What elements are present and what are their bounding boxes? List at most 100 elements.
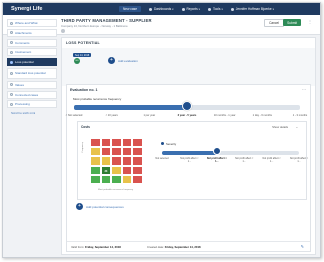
more-options-icon[interactable]: ⋯ bbox=[302, 87, 306, 92]
matrix-cell[interactable] bbox=[90, 156, 101, 166]
matrix-cell[interactable] bbox=[111, 165, 122, 175]
created-date: Created date: Friday, September 14, 2018 bbox=[147, 245, 201, 249]
severity-slider-handle[interactable] bbox=[212, 147, 221, 155]
matrix-cell[interactable] bbox=[132, 174, 143, 184]
matrix-cell[interactable] bbox=[90, 138, 101, 148]
sidebar-item-attachments[interactable]: Attachments bbox=[7, 28, 57, 37]
app-window: Synergi Life New case Dashboards ▾ Repor… bbox=[2, 2, 321, 258]
frequency-tick[interactable]: 1 per year bbox=[143, 114, 155, 117]
frequency-tick[interactable]: 1 day - 6 months bbox=[253, 114, 272, 117]
frequency-label: Most probable recurrence frequency bbox=[73, 97, 122, 101]
cost-title: Costs bbox=[81, 125, 90, 129]
matrix-cell[interactable] bbox=[100, 156, 112, 166]
risk-matrix: 33 bbox=[90, 138, 152, 188]
severity-tick[interactable]: Not profit affect < 1... bbox=[206, 157, 228, 164]
nav-user-menu[interactable]: Jennifer Hoffman Bjoerke ▾ bbox=[230, 7, 274, 11]
nav-reports[interactable]: Reports ▾ bbox=[181, 7, 200, 11]
check-icon bbox=[10, 60, 13, 64]
sidebar-item-standard-loss-potential[interactable]: Standard loss potential bbox=[7, 67, 57, 79]
chevron-down-icon: ▾ bbox=[221, 7, 223, 11]
section-sidebar: Where and What Attachments Comments Invo… bbox=[7, 19, 57, 115]
matrix-cell[interactable] bbox=[121, 165, 133, 175]
loss-potential-panel: LOSS POTENTIAL Sep 14, 2018 E0 + Add eva… bbox=[61, 37, 316, 255]
scroll-link[interactable]: Scroll to sixth mini bbox=[7, 111, 57, 115]
sidebar-item-processing[interactable]: Processing bbox=[7, 100, 57, 109]
frequency-slider-handle[interactable] bbox=[182, 101, 192, 111]
case-subtitle: Company 13, Northern Europe - Norway - 1… bbox=[61, 24, 128, 28]
matrix-cell[interactable] bbox=[90, 165, 101, 175]
cost-section: Costs Show details ⌄ Frequency 33 Most p… bbox=[77, 121, 310, 200]
check-icon bbox=[10, 71, 13, 75]
matrix-cell[interactable] bbox=[111, 147, 122, 157]
severity-tick[interactable]: Not profit affect > 1... bbox=[288, 157, 310, 164]
user-icon bbox=[230, 7, 234, 11]
sidebar-item-loss-potential[interactable]: Loss potential bbox=[7, 58, 57, 67]
matrix-cell[interactable] bbox=[121, 156, 133, 166]
check-icon bbox=[10, 31, 13, 35]
frequency-tick[interactable]: 3 year - 5 years bbox=[178, 114, 197, 117]
severity-label: Severity bbox=[166, 142, 177, 146]
add-consequences-link[interactable]: Add potential consequences bbox=[86, 205, 124, 209]
cancel-button[interactable]: Cancel bbox=[264, 19, 284, 27]
sidebar-item-comments[interactable]: Comments bbox=[7, 38, 57, 47]
matrix-cell[interactable] bbox=[132, 165, 143, 175]
matrix-cell[interactable]: 33 bbox=[100, 165, 112, 175]
matrix-cell[interactable] bbox=[132, 147, 143, 157]
matrix-cell[interactable] bbox=[132, 138, 143, 148]
severity-tick[interactable]: Not profit affect < 1... bbox=[233, 157, 255, 164]
matrix-y-axis-label: Frequency bbox=[82, 142, 84, 153]
app-logo[interactable]: Synergi Life bbox=[11, 6, 119, 12]
frequency-slider-fill bbox=[74, 105, 187, 110]
plus-icon[interactable]: + bbox=[76, 203, 83, 210]
matrix-cell[interactable] bbox=[132, 156, 143, 166]
case-title: THIRD PARTY MANAGEMENT - SUPPLIER bbox=[61, 18, 152, 23]
reports-icon bbox=[181, 7, 185, 11]
plus-icon[interactable]: + bbox=[108, 57, 115, 64]
more-options-icon[interactable]: ⋮ bbox=[308, 19, 312, 24]
matrix-cell[interactable] bbox=[90, 147, 101, 157]
severity-slider-track[interactable] bbox=[162, 151, 299, 155]
new-case-button[interactable]: New case bbox=[119, 6, 141, 12]
matrix-cell[interactable] bbox=[111, 174, 122, 184]
edit-icon[interactable]: ✎ bbox=[301, 244, 304, 249]
dashboard-icon bbox=[149, 7, 152, 11]
matrix-cell[interactable] bbox=[100, 147, 112, 157]
matrix-cell[interactable] bbox=[100, 174, 112, 184]
sidebar-item-values[interactable]: Values bbox=[7, 80, 57, 89]
chevron-down-icon[interactable]: ⌄ bbox=[296, 125, 298, 129]
check-icon bbox=[10, 21, 13, 25]
matrix-cell[interactable] bbox=[111, 156, 122, 166]
show-details-toggle[interactable]: Show details bbox=[272, 125, 288, 129]
matrix-cell[interactable] bbox=[111, 138, 122, 148]
frequency-tick-labels: < Not selected < 10 years 1 per year 3 year… bbox=[66, 114, 308, 119]
matrix-cell[interactable] bbox=[100, 138, 112, 148]
nav-dashboards[interactable]: Dashboards ▾ bbox=[149, 7, 174, 11]
severity-tick[interactable]: Not selected bbox=[151, 157, 173, 161]
severity-tick[interactable]: Not profit affect < 1... bbox=[178, 157, 200, 164]
matrix-cell[interactable] bbox=[121, 138, 133, 148]
valid-from: Valid from: Friday, September 14, 2018 bbox=[71, 245, 121, 249]
nav-tools[interactable]: Tools ▾ bbox=[207, 7, 223, 11]
add-evaluation-link[interactable]: Add evaluation bbox=[118, 59, 138, 63]
evaluation-card: Evaluation no. 1 ⋯ Most probable recurre… bbox=[66, 84, 311, 252]
severity-tick[interactable]: Not profit affect < 1... bbox=[261, 157, 283, 164]
check-icon bbox=[10, 83, 13, 87]
tools-icon bbox=[207, 7, 211, 11]
frequency-tick[interactable]: < 10 years bbox=[106, 114, 118, 117]
frequency-tick[interactable]: 1 - 3 months bbox=[293, 114, 307, 117]
status-icon bbox=[61, 29, 65, 33]
submit-button[interactable]: Submit bbox=[283, 19, 301, 26]
sidebar-item-connected-cases[interactable]: Connected cases bbox=[7, 90, 57, 99]
section-title: LOSS POTENTIAL bbox=[66, 41, 100, 45]
evaluation-title: Evaluation no. 1 bbox=[70, 88, 98, 92]
frequency-tick[interactable]: < Not selected bbox=[66, 114, 83, 117]
evaluation-marker[interactable]: E0 bbox=[74, 58, 80, 64]
matrix-cell[interactable] bbox=[121, 147, 133, 157]
frequency-tick[interactable]: 10 months - 1 year bbox=[214, 114, 236, 117]
sidebar-item-where-and-what[interactable]: Where and What bbox=[7, 19, 57, 27]
sidebar-item-involvement[interactable]: Involvement bbox=[7, 48, 57, 57]
matrix-cell[interactable] bbox=[121, 174, 133, 184]
check-icon bbox=[10, 93, 13, 97]
evaluation-timeline: Sep 14, 2018 E0 + Add evaluation bbox=[62, 48, 315, 86]
matrix-cell[interactable] bbox=[90, 174, 101, 184]
